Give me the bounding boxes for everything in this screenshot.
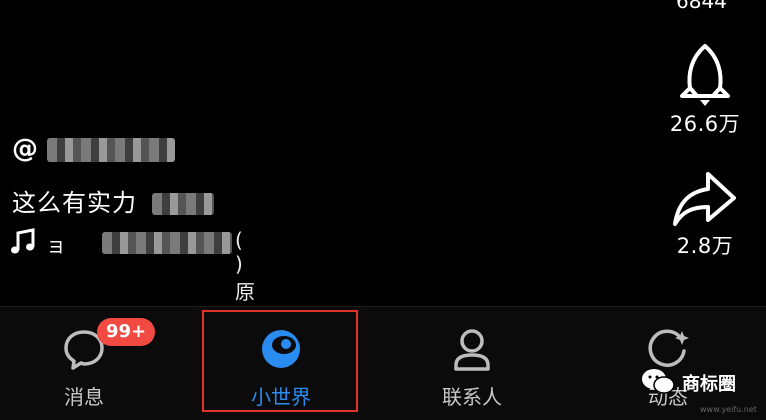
person-icon	[454, 329, 490, 371]
unread-badge: 99+	[97, 318, 156, 346]
highlight-box	[202, 310, 358, 412]
blurred-music-title	[102, 232, 232, 254]
music-note-icon	[11, 228, 35, 254]
star-circle-icon	[648, 329, 689, 367]
top-counter: 6844	[676, 0, 727, 13]
tab-messages-label: 消息	[64, 385, 104, 409]
shares-count: 2.8万	[676, 234, 734, 258]
likes-count: 26.6万	[669, 112, 741, 136]
watermark-text: 商标圈	[682, 374, 736, 395]
music-title-stub: ョ	[46, 233, 66, 257]
blurred-username	[47, 137, 176, 162]
tab-moments[interactable]: 动态	[578, 307, 758, 420]
like-button[interactable]: 26.6万	[660, 42, 750, 138]
share-button[interactable]: 2.8万	[660, 170, 750, 260]
username-prefix: @	[12, 134, 38, 164]
author-username[interactable]: @	[12, 134, 176, 164]
bottom-tab-bar: 消息 99+ 小世界 联系人 动态	[0, 306, 766, 420]
rocket-icon	[680, 44, 730, 106]
share-arrow-icon	[673, 172, 736, 226]
wechat-icon	[642, 369, 675, 394]
blurred-caption-tail	[151, 193, 214, 215]
caption-text: 这么有实力	[12, 189, 137, 217]
watermark-url: www.yeifu.net	[700, 405, 757, 414]
tab-contacts[interactable]: 联系人	[382, 307, 562, 420]
post-caption: 这么有实力	[12, 183, 214, 218]
tab-contacts-label: 联系人	[442, 385, 502, 409]
